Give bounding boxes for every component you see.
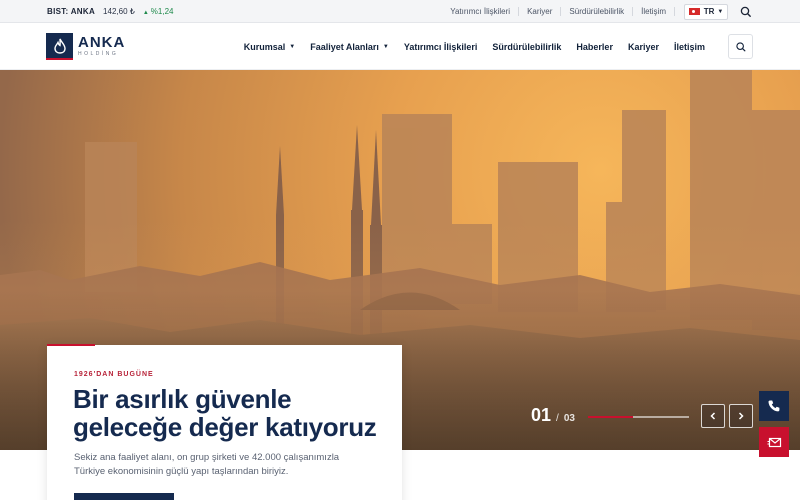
call-button[interactable] bbox=[759, 391, 789, 421]
nav-item-business-areas[interactable]: Faaliyet Alanları ▼ bbox=[310, 42, 389, 52]
hero-content-card: 1926'DAN BUGÜNE Bir asırlık güvenle gele… bbox=[47, 344, 402, 500]
slide-separator: / bbox=[556, 413, 559, 424]
email-button[interactable] bbox=[759, 427, 789, 457]
slide-progress-fill bbox=[588, 416, 634, 418]
nav-item-investor-relations[interactable]: Yatırımcı İlişkileri bbox=[404, 42, 478, 52]
utility-link-investor-relations[interactable]: Yatırımcı İlişkileri bbox=[442, 7, 520, 16]
header-search-button[interactable] bbox=[728, 34, 753, 59]
language-selector[interactable]: TR ▼ bbox=[684, 3, 728, 20]
ticker-price: 142,60 ₺ bbox=[103, 7, 135, 16]
mail-icon bbox=[767, 437, 781, 447]
prev-slide-button[interactable] bbox=[701, 404, 725, 428]
nav-item-sustainability[interactable]: Sürdürülebilirlik bbox=[492, 42, 561, 52]
chevron-down-icon: ▼ bbox=[717, 8, 724, 15]
logo-wordmark: ANKA HOLDİNG bbox=[78, 35, 125, 58]
chevron-left-icon bbox=[710, 412, 716, 420]
card-accent-line bbox=[47, 344, 95, 346]
logo-subtitle: HOLDİNG bbox=[78, 51, 119, 57]
main-nav: Kurumsal ▼ Faaliyet Alanları ▼ Yatırımcı İ… bbox=[229, 23, 705, 70]
stock-ticker: BIST: ANKA 142,60 ₺ ▲ %1,24 bbox=[47, 0, 173, 23]
ticker-change-value: %1,24 bbox=[150, 7, 174, 16]
slide-progress-bar bbox=[588, 416, 689, 418]
slide-total: 03 bbox=[563, 413, 575, 424]
language-code: TR bbox=[703, 7, 715, 16]
chevron-down-icon: ▼ bbox=[289, 43, 296, 50]
utility-links: Yatırımcı İlişkileri Kariyer Sürdürülebi… bbox=[442, 0, 800, 23]
arrow-up-icon: ▲ bbox=[142, 10, 149, 16]
slide-current: 01 bbox=[531, 405, 552, 425]
hero-cta-button[interactable] bbox=[74, 493, 174, 500]
next-slide-button[interactable] bbox=[729, 404, 753, 428]
hero-eyebrow: 1926'DAN BUGÜNE bbox=[74, 371, 154, 378]
nav-item-news[interactable]: Haberler bbox=[576, 42, 613, 52]
nav-item-label: Faaliyet Alanları bbox=[310, 41, 379, 52]
logo-name: ANKA bbox=[78, 34, 126, 51]
nav-item-label: Haberler bbox=[576, 41, 613, 52]
nav-item-label: İletişim bbox=[673, 41, 705, 52]
phone-icon bbox=[768, 400, 780, 412]
top-utility-bar: BIST: ANKA 142,60 ₺ ▲ %1,24 Yatırımcı İli… bbox=[0, 0, 800, 23]
ticker-change: ▲ %1,24 bbox=[143, 7, 174, 16]
hero-headline: Bir asırlık güvenle geleceğe değer katıy… bbox=[73, 384, 377, 442]
turkey-flag-icon bbox=[688, 8, 700, 15]
nav-item-corporate[interactable]: Kurumsal ▼ bbox=[244, 42, 295, 52]
chevron-down-icon: ▼ bbox=[382, 43, 389, 50]
nav-item-label: Kariyer bbox=[627, 41, 659, 52]
utility-link-careers[interactable]: Kariyer bbox=[519, 7, 562, 16]
search-icon[interactable] bbox=[739, 5, 753, 19]
main-header: ANKA HOLDİNG Kurumsal ▼ Faaliyet Alanları… bbox=[0, 23, 800, 70]
utility-link-contact[interactable]: İletişim bbox=[633, 7, 675, 16]
utility-link-sustainability[interactable]: Sürdürülebilirlik bbox=[561, 7, 634, 16]
nav-item-contact[interactable]: İletişim bbox=[674, 42, 705, 52]
flame-logo-icon bbox=[46, 33, 73, 60]
company-logo[interactable]: ANKA HOLDİNG bbox=[46, 33, 125, 60]
nav-item-label: Kurumsal bbox=[243, 41, 286, 52]
slide-counter: 01 / 03 bbox=[531, 405, 575, 426]
nav-item-label: Sürdürülebilirlik bbox=[492, 41, 562, 52]
search-icon bbox=[735, 41, 745, 51]
hero-lead-text: Sekiz ana faaliyet alanı, on grup şirket… bbox=[74, 452, 340, 477]
chevron-right-icon bbox=[738, 412, 744, 420]
ticker-symbol: BIST: ANKA bbox=[47, 7, 96, 16]
nav-item-careers[interactable]: Kariyer bbox=[628, 42, 659, 52]
nav-item-label: Yatırımcı İlişkileri bbox=[403, 41, 478, 52]
